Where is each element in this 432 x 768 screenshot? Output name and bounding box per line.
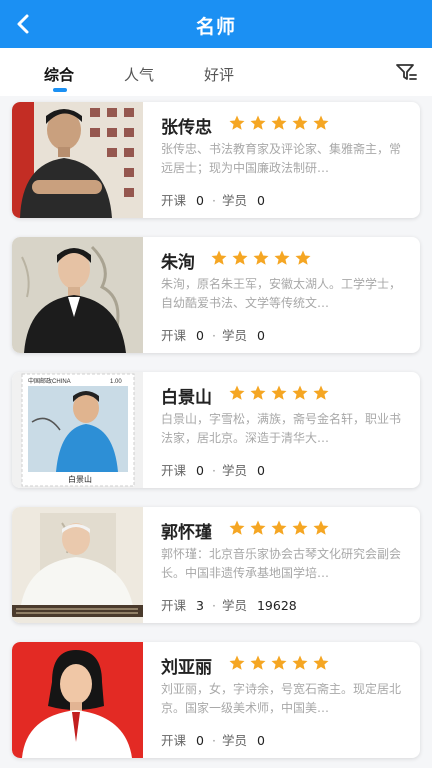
courses-label: 开课 (161, 463, 187, 478)
teacher-name: 郭怀瑾 (161, 523, 212, 543)
teacher-stamp-photo: 中国邮政CHINA 1.00 白景山 (12, 372, 143, 488)
teacher-description: 张传忠、书法教育家及评论家、集雅斋主，常远居士；现为中国廉政法制研… (161, 142, 402, 175)
students-label: 学员 (221, 193, 247, 208)
teacher-card[interactable]: 中国邮政CHINA 1.00 白景山 白景山 白景山，字雪松，满族，斋号金名轩，… (12, 372, 420, 488)
teacher-photo (12, 102, 143, 218)
teacher-photo (12, 507, 143, 623)
star-icon (274, 250, 290, 265)
teacher-card[interactable]: 郭怀瑾 郭怀瑾：北京音乐家协会古琴文化研究会副会长。中国非遗传承基地国学培… 开… (12, 507, 420, 623)
rating-stars (228, 384, 330, 402)
star-icon (271, 655, 287, 670)
students-count: 0 (256, 193, 265, 208)
separator-dot: · (211, 733, 216, 748)
courses-count: 0 (196, 328, 204, 343)
teacher-stats: 开课 0 · 学员 0 (161, 460, 273, 479)
star-icon (295, 250, 311, 265)
teacher-description: 郭怀瑾：北京音乐家协会古琴文化研究会副会长。中国非遗传承基地国学培… (161, 547, 402, 580)
teacher-card[interactable]: 刘亚丽 刘亚丽，女，字诗余，号宽石斋主。现定居北京。国家一级美术师，中国美… 开… (12, 642, 420, 758)
star-icon (292, 520, 308, 535)
star-icon (229, 655, 245, 670)
teacher-description: 朱洵，原名朱王军，安徽太湖人。工学学士，自幼酷爱书法、文学等传统文… (161, 277, 402, 310)
star-icon (250, 655, 266, 670)
teacher-description: 白景山，字雪松，满族，斋号金名轩，职业书法家，居北京。深造于清华大… (161, 412, 402, 445)
teacher-stats: 开课 0 · 学员 0 (161, 730, 273, 749)
separator-dot: · (211, 598, 216, 613)
star-icon (232, 250, 248, 265)
rating-stars (228, 114, 330, 132)
courses-count: 0 (196, 733, 204, 748)
students-count: 0 (256, 463, 265, 478)
filter-button[interactable] (394, 60, 418, 84)
rating-stars (228, 519, 330, 537)
teacher-card[interactable]: 张传忠 张传忠、书法教育家及评论家、集雅斋主，常远居士；现为中国廉政法制研… 开… (12, 102, 420, 218)
rating-stars (210, 249, 312, 267)
courses-label: 开课 (161, 193, 187, 208)
star-icon (271, 520, 287, 535)
star-icon (250, 385, 266, 400)
stamp-name: 白景山 (68, 474, 92, 484)
star-icon (211, 250, 227, 265)
star-icon (292, 655, 308, 670)
star-icon (250, 115, 266, 130)
star-icon (313, 520, 329, 535)
star-icon (313, 115, 329, 130)
students-count: 0 (256, 733, 265, 748)
teacher-name: 白景山 (161, 388, 212, 408)
stamp-country: 中国邮政CHINA (28, 377, 71, 385)
star-icon (250, 520, 266, 535)
star-icon (253, 250, 269, 265)
star-icon (229, 115, 245, 130)
courses-label: 开课 (161, 328, 187, 343)
teacher-description: 刘亚丽，女，字诗余，号宽石斋主。现定居北京。国家一级美术师，中国美… (161, 682, 402, 715)
courses-count: 0 (196, 193, 204, 208)
star-icon (292, 115, 308, 130)
tab-popularity[interactable]: 人气 (124, 64, 154, 85)
star-icon (271, 115, 287, 130)
students-count: 0 (256, 328, 265, 343)
students-label: 学员 (221, 733, 247, 748)
courses-label: 开课 (161, 598, 187, 613)
tab-rating[interactable]: 好评 (204, 64, 234, 85)
students-count: 19628 (256, 598, 297, 613)
students-label: 学员 (221, 463, 247, 478)
star-icon (313, 385, 329, 400)
stamp-value: 1.00 (110, 379, 122, 385)
courses-label: 开课 (161, 733, 187, 748)
students-label: 学员 (221, 598, 247, 613)
teacher-stats: 开课 3 · 学员 19628 (161, 595, 305, 614)
courses-count: 0 (196, 463, 204, 478)
students-label: 学员 (221, 328, 247, 343)
star-icon (229, 385, 245, 400)
star-icon (229, 520, 245, 535)
teacher-name: 朱洵 (161, 253, 195, 273)
app-header: 名师 (0, 0, 432, 48)
teacher-name: 张传忠 (161, 118, 212, 138)
filter-icon (396, 64, 417, 80)
tab-comprehensive[interactable]: 综合 (44, 64, 74, 85)
teacher-photo (12, 642, 143, 758)
teacher-name: 刘亚丽 (161, 658, 212, 678)
teacher-list: 张传忠 张传忠、书法教育家及评论家、集雅斋主，常远居士；现为中国廉政法制研… 开… (0, 96, 432, 768)
courses-count: 3 (196, 598, 204, 613)
separator-dot: · (211, 193, 216, 208)
rating-stars (228, 654, 330, 672)
teacher-card[interactable]: 朱洵 朱洵，原名朱王军，安徽太湖人。工学学士，自幼酷爱书法、文学等传统文… 开课… (12, 237, 420, 353)
separator-dot: · (211, 463, 216, 478)
active-tab-indicator (53, 88, 67, 92)
star-icon (313, 655, 329, 670)
page-title: 名师 (195, 16, 236, 38)
teacher-stats: 开课 0 · 学员 0 (161, 190, 273, 209)
star-icon (292, 385, 308, 400)
separator-dot: · (211, 328, 216, 343)
star-icon (271, 385, 287, 400)
teacher-stats: 开课 0 · 学员 0 (161, 325, 273, 344)
teacher-photo (12, 237, 143, 353)
